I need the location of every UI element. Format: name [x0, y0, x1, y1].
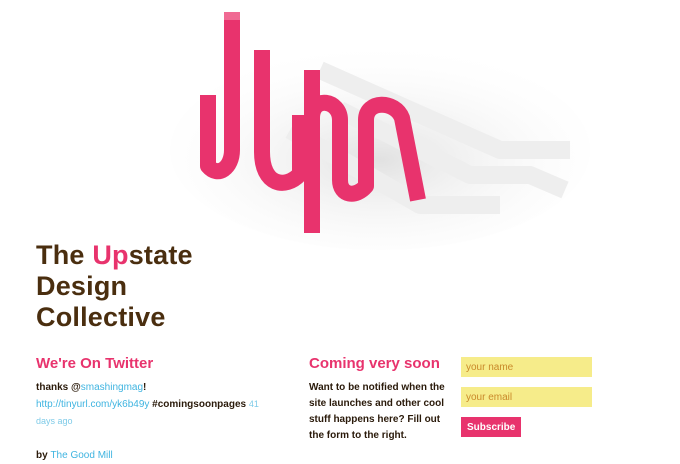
tweet-hashtag: #comingsoonpages	[152, 399, 247, 410]
subscribe-button[interactable]: Subscribe	[461, 417, 522, 437]
title-line-3: Collective	[36, 302, 166, 332]
twitter-section: We're On Twitter thanks @smashingmag! ht…	[36, 355, 296, 464]
udc-logo-mark	[170, 0, 590, 250]
subscribe-form: Subscribe	[461, 357, 593, 437]
tweet-time-number: 41	[248, 399, 259, 409]
byline: by The Good Mill	[36, 448, 296, 464]
coming-soon-text: Want to be notified when the site launch…	[309, 382, 445, 441]
name-input[interactable]	[461, 357, 592, 377]
title-accent-up: Up	[92, 240, 129, 270]
twitter-handle-link[interactable]: smashingmag	[81, 382, 143, 393]
tweet-thanks: thanks @	[36, 382, 81, 393]
good-mill-link[interactable]: The Good Mill	[50, 450, 112, 461]
latest-tweet: thanks @smashingmag! http://tinyurl.com/…	[36, 380, 296, 430]
coming-soon-section: Coming very soon Want to be notified whe…	[309, 355, 454, 444]
title-line-1: The Upstate	[36, 240, 193, 271]
twitter-heading: We're On Twitter	[36, 355, 154, 372]
email-input[interactable]	[461, 387, 592, 407]
title-state: state	[128, 240, 193, 270]
tweet-time-ago: days ago	[36, 416, 73, 426]
tweet-exclaim: !	[143, 382, 147, 393]
coming-soon-heading: Coming very soon	[309, 355, 440, 372]
byline-label: by	[36, 450, 48, 461]
site-title: The Upstate Design Collective	[36, 240, 193, 333]
title-the: The	[36, 240, 93, 270]
tweet-url-link[interactable]: http://tinyurl.com/yk6b49y	[36, 399, 149, 410]
title-line-2: Design	[36, 271, 128, 301]
